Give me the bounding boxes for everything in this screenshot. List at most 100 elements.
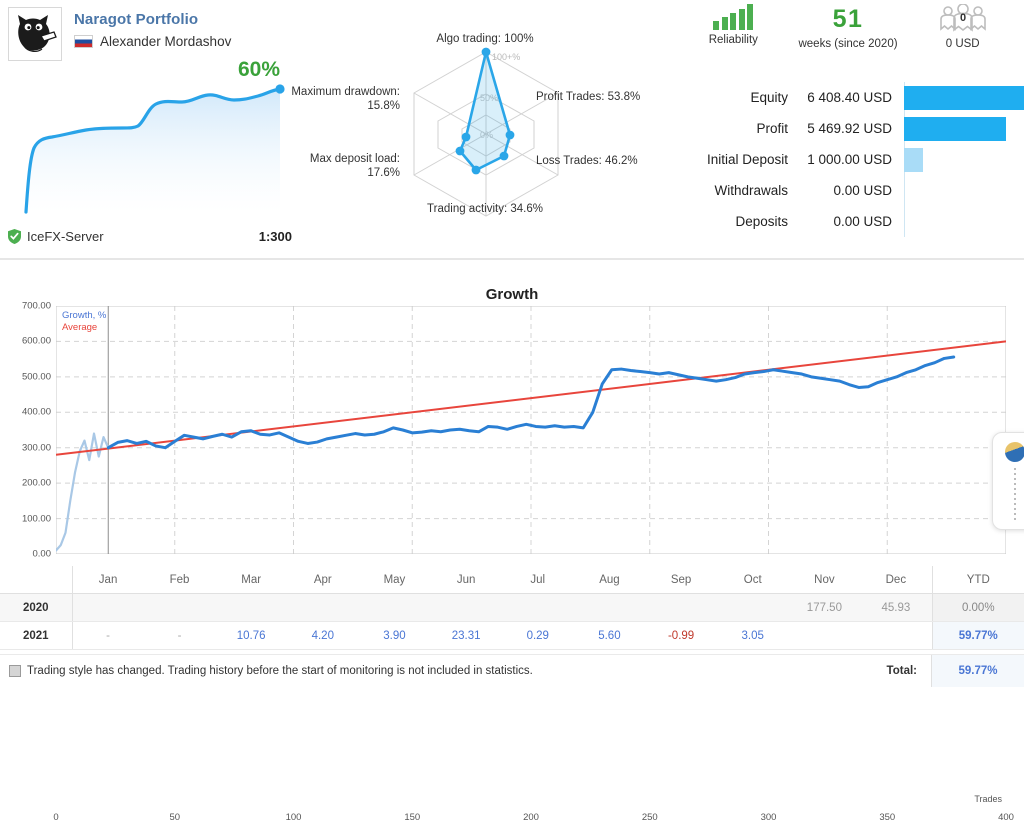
weeks-value: 51: [833, 4, 864, 34]
finance-label: Equity: [676, 90, 798, 105]
russia-flag-icon: [74, 35, 93, 48]
subscribers-value: 0 USD: [946, 38, 980, 50]
th-month: Dec: [860, 566, 932, 594]
cell-month: 10.76: [215, 622, 287, 650]
finance-row: Profit 5 469.92 USD: [676, 113, 1024, 144]
account-identity: Naragot Portfolio Alexander Mordashov: [74, 7, 231, 49]
x-axis-tick-label: 250: [642, 812, 658, 823]
cell-month: [645, 594, 717, 622]
growth-plot-area: Growth, % Average Trades 0.00100.00200.0…: [56, 306, 1006, 808]
max-deposit-load-title: Max deposit load:: [310, 153, 400, 165]
cell-month: [860, 622, 932, 650]
x-axis-tick-label: 100: [286, 812, 302, 823]
finance-bar-wrap: [904, 113, 1024, 144]
maximum-drawdown-value: 15.8%: [367, 100, 400, 112]
max-deposit-load-value: 17.6%: [367, 167, 400, 179]
cell-ytd: 59.77%: [932, 622, 1024, 650]
finance-axis: [904, 175, 905, 206]
finance-table: Equity 6 408.40 USD Profit 5 469.92 USD …: [676, 82, 1024, 237]
y-axis-tick-label: 200.00: [22, 478, 51, 489]
cell-month: 177.50: [789, 594, 861, 622]
x-axis-title: Trades: [974, 794, 1002, 804]
th-month: Feb: [144, 566, 216, 594]
summary-panel: Naragot Portfolio Alexander Mordashov 60…: [0, 0, 1024, 258]
finance-row: Withdrawals 0.00 USD: [676, 175, 1024, 206]
kpi-subscribers[interactable]: 0 0 USD: [905, 4, 1020, 66]
gain-percent: 60%: [238, 58, 280, 82]
finance-row: Equity 6 408.40 USD: [676, 82, 1024, 113]
account-name[interactable]: Naragot Portfolio: [74, 11, 231, 29]
x-axis-tick-label: 0: [53, 812, 58, 823]
x-axis-tick-label: 150: [404, 812, 420, 823]
finance-value: 0.00 USD: [798, 183, 904, 198]
finance-value: 6 408.40 USD: [798, 90, 904, 105]
y-axis-tick-label: 500.00: [22, 371, 51, 382]
cat-logo-icon: [11, 10, 59, 58]
finance-value: 5 469.92 USD: [798, 121, 904, 136]
x-axis-tick-label: 350: [879, 812, 895, 823]
cell-month: [359, 594, 431, 622]
table-row[interactable]: 2020 177.50 45.93 0.00%: [0, 594, 1024, 622]
finance-bar: [904, 148, 923, 172]
cell-month: [215, 594, 287, 622]
avatar: [8, 7, 62, 61]
total-value: 59.77%: [931, 655, 1024, 687]
radar-label-trading-activity: Trading activity: 34.6%: [355, 202, 615, 216]
footer-note-row: Trading style has changed. Trading histo…: [0, 654, 1024, 687]
cell-month: 3.05: [717, 622, 789, 650]
th-month: Aug: [574, 566, 646, 594]
kpi-reliability[interactable]: Reliability: [676, 4, 791, 66]
kpi-row: Reliability 51 weeks (since 2020): [676, 4, 1020, 66]
account-owner-row: Alexander Mordashov: [74, 34, 231, 49]
monthly-returns-table: Jan Feb Mar Apr May Jun Jul Aug Sep Oct …: [0, 566, 1024, 650]
finance-bar-wrap: [904, 206, 1024, 237]
cell-month: -: [72, 622, 144, 650]
finance-row: Deposits 0.00 USD: [676, 206, 1024, 237]
panel-divider: [0, 258, 1024, 260]
y-axis-tick-label: 400.00: [22, 407, 51, 418]
finance-label: Withdrawals: [676, 183, 798, 198]
subscribers-people-icon: 0: [936, 4, 990, 34]
finance-bar-wrap: [904, 144, 1024, 175]
cell-month: [502, 594, 574, 622]
finance-label: Profit: [676, 121, 798, 136]
support-widget[interactable]: [992, 432, 1024, 530]
radar-svg: 100+% 50% 0%: [300, 34, 672, 224]
cell-month: 3.90: [359, 622, 431, 650]
table-header-row: Jan Feb Mar Apr May Jun Jul Aug Sep Oct …: [0, 566, 1024, 594]
growth-chart-title: Growth: [0, 286, 1024, 303]
y-axis-tick-label: 700.00: [22, 301, 51, 312]
table-row[interactable]: 2021 - - 10.76 4.20 3.90 23.31 0.29 5.60…: [0, 622, 1024, 650]
finance-value: 1 000.00 USD: [798, 152, 904, 167]
cell-month: 23.31: [430, 622, 502, 650]
finance-value: 0.00 USD: [798, 214, 904, 229]
growth-chart: Growth Growth, % Average Trades 0.00100.…: [0, 262, 1024, 562]
reliability-label: Reliability: [709, 34, 758, 46]
th-month: Mar: [215, 566, 287, 594]
x-axis-tick-label: 200: [523, 812, 539, 823]
cell-month: [72, 594, 144, 622]
finance-label: Deposits: [676, 214, 798, 229]
th-month: Apr: [287, 566, 359, 594]
y-axis-tick-label: 100.00: [22, 513, 51, 524]
y-axis-tick-label: 300.00: [22, 442, 51, 453]
finance-axis: [904, 206, 905, 237]
finance-label: Initial Deposit: [676, 152, 798, 167]
cell-month: 45.93: [860, 594, 932, 622]
svg-text:100+%: 100+%: [492, 52, 520, 62]
radar-label-maximum-drawdown: Maximum drawdown: 15.8%: [202, 85, 400, 113]
kpi-weeks: 51 weeks (since 2020): [791, 4, 906, 66]
account-header: Naragot Portfolio Alexander Mordashov: [8, 7, 231, 61]
radar-label-loss-trades: Loss Trades: 46.2%: [536, 154, 638, 168]
cell-month: 0.29: [502, 622, 574, 650]
verified-shield-icon: [8, 229, 21, 244]
returns-table: Jan Feb Mar Apr May Jun Jul Aug Sep Oct …: [0, 566, 1024, 650]
cell-month: 5.60: [574, 622, 646, 650]
cell-ytd: 0.00%: [932, 594, 1024, 622]
cell-month: [287, 594, 359, 622]
growth-plot-svg: [56, 306, 1006, 554]
finance-bar-wrap: [904, 82, 1024, 113]
cell-month: [574, 594, 646, 622]
maximum-drawdown-title: Maximum drawdown:: [291, 86, 400, 98]
account-owner: Alexander Mordashov: [100, 34, 231, 49]
